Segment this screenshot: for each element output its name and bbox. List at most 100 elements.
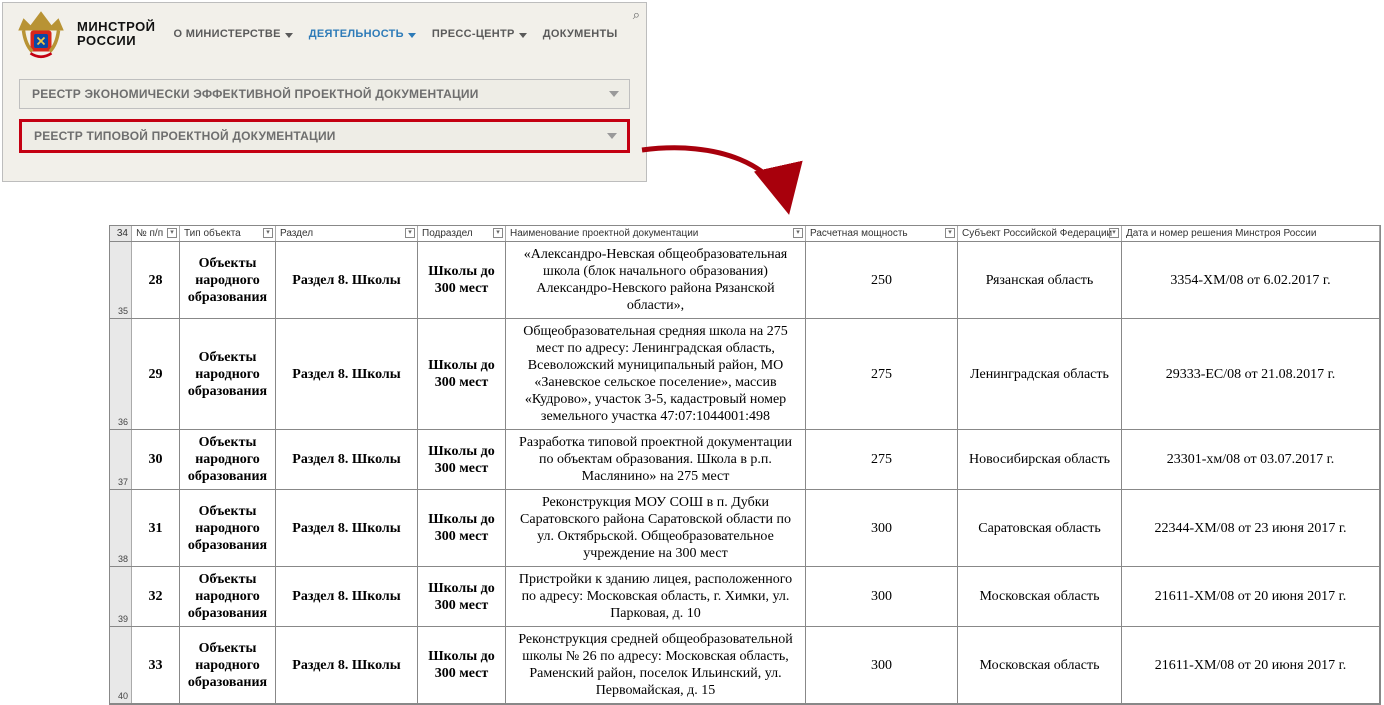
search-icon[interactable]: ⌕ bbox=[633, 7, 640, 23]
cell-mos: 275 bbox=[806, 319, 958, 429]
cell-pod: Школы до 300 мест bbox=[418, 430, 506, 489]
filter-icon[interactable]: ▾ bbox=[945, 228, 955, 238]
cell-dat: 21611-ХМ/08 от 20 июня 2017 г. bbox=[1122, 627, 1380, 703]
cell-raz: Раздел 8. Школы bbox=[276, 242, 418, 318]
cell-sub: Московская область bbox=[958, 567, 1122, 626]
spreadsheet: 34 № п/п▾ Тип объекта▾ Раздел▾ Подраздел… bbox=[109, 225, 1381, 705]
header-top: МИНСТРОЙ РОССИИ О МИНИСТЕРСТВЕ ДЕЯТЕЛЬНО… bbox=[3, 3, 646, 65]
nav-docs[interactable]: ДОКУМЕНТЫ bbox=[543, 28, 618, 40]
nav-activity[interactable]: ДЕЯТЕЛЬНОСТЬ bbox=[309, 28, 416, 40]
row-gutter-num: 36 bbox=[110, 319, 132, 429]
pointer-arrow-icon bbox=[638, 140, 838, 230]
cell-mos: 275 bbox=[806, 430, 958, 489]
table-row: 3528Объекты народного образованияРаздел … bbox=[110, 242, 1380, 319]
row-gutter-num: 35 bbox=[110, 242, 132, 318]
cell-raz: Раздел 8. Школы bbox=[276, 430, 418, 489]
cell-pod: Школы до 300 мест bbox=[418, 490, 506, 566]
site-header-panel: МИНСТРОЙ РОССИИ О МИНИСТЕРСТВЕ ДЕЯТЕЛЬНО… bbox=[2, 2, 647, 182]
cell-pod: Школы до 300 мест bbox=[418, 627, 506, 703]
cell-np: 28 bbox=[132, 242, 180, 318]
table-row: 4033Объекты народного образованияРаздел … bbox=[110, 627, 1380, 704]
filter-icon[interactable]: ▾ bbox=[167, 228, 177, 238]
cell-typ: Объекты народного образования bbox=[180, 430, 276, 489]
cell-sub: Ленинградская область bbox=[958, 319, 1122, 429]
brand-line-2: РОССИИ bbox=[77, 34, 156, 48]
cell-np: 30 bbox=[132, 430, 180, 489]
chevron-down-icon bbox=[408, 33, 416, 38]
cell-dat: 29333-ЕС/08 от 21.08.2017 г. bbox=[1122, 319, 1380, 429]
cell-nam: «Александро-Невская общеобразовательная … bbox=[506, 242, 806, 318]
cell-nam: Разработка типовой проектной документаци… bbox=[506, 430, 806, 489]
cell-nam: Реконструкция средней общеобразовательно… bbox=[506, 627, 806, 703]
table-row: 3629Объекты народного образованияРаздел … bbox=[110, 319, 1380, 430]
dropdown-label: РЕЕСТР ЭКОНОМИЧЕСКИ ЭФФЕКТИВНОЙ ПРОЕКТНО… bbox=[32, 87, 479, 101]
col-typ: Тип объекта▾ bbox=[180, 226, 276, 241]
cell-np: 33 bbox=[132, 627, 180, 703]
col-nam: Наименование проектной документации▾ bbox=[506, 226, 806, 241]
cell-nam: Общеобразовательная средняя школа на 275… bbox=[506, 319, 806, 429]
cell-raz: Раздел 8. Школы bbox=[276, 627, 418, 703]
col-dat: Дата и номер решения Минстроя России bbox=[1122, 226, 1380, 241]
cell-nam: Реконструкция МОУ СОШ в п. Дубки Саратов… bbox=[506, 490, 806, 566]
row-gutter: 34 bbox=[110, 226, 132, 241]
cell-dat: 21611-ХМ/08 от 20 июня 2017 г. bbox=[1122, 567, 1380, 626]
nav-press[interactable]: ПРЕСС-ЦЕНТР bbox=[432, 28, 527, 40]
cell-raz: Раздел 8. Школы bbox=[276, 319, 418, 429]
filter-icon[interactable]: ▾ bbox=[263, 228, 273, 238]
row-gutter-num: 37 bbox=[110, 430, 132, 489]
cell-pod: Школы до 300 мест bbox=[418, 319, 506, 429]
cell-typ: Объекты народного образования bbox=[180, 490, 276, 566]
cell-typ: Объекты народного образования bbox=[180, 242, 276, 318]
dropdown-effective-registry[interactable]: РЕЕСТР ЭКОНОМИЧЕСКИ ЭФФЕКТИВНОЙ ПРОЕКТНО… bbox=[19, 79, 630, 109]
col-mos: Расчетная мощность▾ bbox=[806, 226, 958, 241]
col-sub: Субъект Российской Федерации▾ bbox=[958, 226, 1122, 241]
chevron-down-icon bbox=[519, 33, 527, 38]
cell-pod: Школы до 300 мест bbox=[418, 567, 506, 626]
filter-icon[interactable]: ▾ bbox=[1109, 228, 1119, 238]
cell-dat: 3354-ХМ/08 от 6.02.2017 г. bbox=[1122, 242, 1380, 318]
nav-about[interactable]: О МИНИСТЕРСТВЕ bbox=[174, 28, 293, 40]
cell-sub: Рязанская область bbox=[958, 242, 1122, 318]
cell-dat: 22344-ХМ/08 от 23 июня 2017 г. bbox=[1122, 490, 1380, 566]
filter-icon[interactable]: ▾ bbox=[793, 228, 803, 238]
col-pod: Подраздел▾ bbox=[418, 226, 506, 241]
dropdown-typical-registry[interactable]: РЕЕСТР ТИПОВОЙ ПРОЕКТНОЙ ДОКУМЕНТАЦИИ bbox=[19, 119, 630, 153]
table-body: 3528Объекты народного образованияРаздел … bbox=[110, 242, 1380, 704]
table-row: 3831Объекты народного образованияРаздел … bbox=[110, 490, 1380, 567]
cell-typ: Объекты народного образования bbox=[180, 627, 276, 703]
table-row: 3730Объекты народного образованияРаздел … bbox=[110, 430, 1380, 490]
header-row: 34 № п/п▾ Тип объекта▾ Раздел▾ Подраздел… bbox=[110, 226, 1380, 242]
brand-line-1: МИНСТРОЙ bbox=[77, 20, 156, 34]
cell-np: 29 bbox=[132, 319, 180, 429]
cell-raz: Раздел 8. Школы bbox=[276, 567, 418, 626]
chevron-down-icon bbox=[285, 33, 293, 38]
cell-nam: Пристройки к зданию лицея, расположенног… bbox=[506, 567, 806, 626]
brand-title: МИНСТРОЙ РОССИИ bbox=[77, 20, 156, 48]
col-raz: Раздел▾ bbox=[276, 226, 418, 241]
filter-icon[interactable]: ▾ bbox=[405, 228, 415, 238]
cell-np: 31 bbox=[132, 490, 180, 566]
filter-icon[interactable]: ▾ bbox=[493, 228, 503, 238]
logo-emblem-icon bbox=[13, 6, 69, 62]
cell-typ: Объекты народного образования bbox=[180, 319, 276, 429]
cell-mos: 300 bbox=[806, 567, 958, 626]
cell-typ: Объекты народного образования bbox=[180, 567, 276, 626]
cell-dat: 23301-хм/08 от 03.07.2017 г. bbox=[1122, 430, 1380, 489]
cell-raz: Раздел 8. Школы bbox=[276, 490, 418, 566]
cell-pod: Школы до 300 мест bbox=[418, 242, 506, 318]
chevron-down-icon bbox=[607, 133, 617, 139]
cell-mos: 300 bbox=[806, 627, 958, 703]
col-np: № п/п▾ bbox=[132, 226, 180, 241]
dropdown-label: РЕЕСТР ТИПОВОЙ ПРОЕКТНОЙ ДОКУМЕНТАЦИИ bbox=[34, 129, 336, 143]
cell-mos: 250 bbox=[806, 242, 958, 318]
cell-np: 32 bbox=[132, 567, 180, 626]
row-gutter-num: 39 bbox=[110, 567, 132, 626]
row-gutter-num: 38 bbox=[110, 490, 132, 566]
cell-sub: Московская область bbox=[958, 627, 1122, 703]
main-nav: О МИНИСТЕРСТВЕ ДЕЯТЕЛЬНОСТЬ ПРЕСС-ЦЕНТР … bbox=[174, 28, 618, 40]
table-row: 3932Объекты народного образованияРаздел … bbox=[110, 567, 1380, 627]
chevron-down-icon bbox=[609, 91, 619, 97]
row-gutter-num: 40 bbox=[110, 627, 132, 703]
cell-mos: 300 bbox=[806, 490, 958, 566]
cell-sub: Новосибирская область bbox=[958, 430, 1122, 489]
